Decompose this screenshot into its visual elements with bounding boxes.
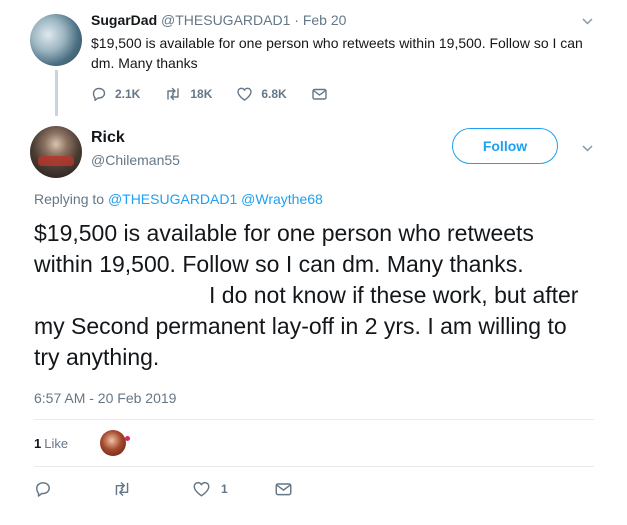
tweet-actions: 2.1K 18K 6.8K: [91, 84, 352, 104]
author-name[interactable]: SugarDad: [91, 12, 157, 28]
retweet-button[interactable]: 18K: [164, 86, 212, 102]
envelope-icon: [274, 480, 293, 498]
heart-icon: [192, 480, 211, 498]
reply-button[interactable]: [34, 480, 52, 498]
author-name[interactable]: Rick: [91, 129, 125, 147]
avatar[interactable]: [30, 14, 82, 66]
mention-link[interactable]: @Wraythe68: [241, 191, 323, 207]
dm-button[interactable]: [311, 86, 328, 102]
follow-button[interactable]: Follow: [452, 128, 558, 164]
likes-label: Like: [44, 435, 69, 451]
author-handle[interactable]: @Chileman55: [91, 152, 180, 168]
like-button[interactable]: 1: [192, 480, 228, 498]
replying-to-label: Replying to: [34, 191, 105, 207]
reply-icon: [91, 86, 107, 102]
chevron-down-icon[interactable]: [582, 143, 593, 154]
divider: [34, 419, 594, 420]
tweet-text: $19,500 is available for one person who …: [34, 218, 594, 373]
avatar[interactable]: [30, 126, 82, 178]
retweet-button[interactable]: [112, 480, 132, 498]
like-count: 6.8K: [261, 87, 287, 101]
heart-icon: [236, 86, 253, 102]
likes-count: 1: [34, 435, 42, 451]
dm-button[interactable]: [274, 480, 293, 498]
divider: [34, 466, 594, 467]
tweet-date[interactable]: Feb 20: [303, 12, 347, 28]
retweet-icon: [112, 480, 132, 498]
liker-avatar[interactable]: [100, 430, 131, 456]
tweet-text-part: I do not know if these work, but after m…: [34, 282, 579, 370]
retweet-count: 18K: [190, 87, 213, 101]
reply-count: 2.1K: [115, 87, 141, 101]
envelope-icon: [311, 86, 328, 102]
separator: ·: [294, 12, 299, 28]
reply-icon: [34, 480, 52, 498]
timestamp[interactable]: 6:57 AM - 20 Feb 2019: [34, 390, 176, 406]
chevron-down-icon[interactable]: [582, 16, 593, 27]
parent-tweet[interactable]: SugarDad @THESUGARDAD1 · Feb 20 $19,500 …: [0, 0, 627, 120]
parent-header: SugarDad @THESUGARDAD1 · Feb 20: [91, 12, 346, 28]
like-button[interactable]: 6.8K: [236, 86, 287, 102]
likes-row[interactable]: 1 Like: [34, 428, 131, 458]
replying-to: Replying to @THESUGARDAD1 @Wraythe68: [34, 191, 323, 207]
tweet-text-part: $19,500 is available for one person who …: [34, 220, 534, 277]
main-tweet: Rick @Chileman55 Follow Replying to @THE…: [0, 118, 627, 525]
tweet-text: $19,500 is available for one person who …: [91, 35, 583, 71]
thread-line: [55, 70, 58, 116]
like-count: 1: [221, 482, 228, 496]
mention-link[interactable]: @THESUGARDAD1: [108, 191, 237, 207]
author-handle[interactable]: @THESUGARDAD1: [161, 12, 290, 28]
retweet-icon: [164, 86, 182, 102]
reply-button[interactable]: 2.1K: [91, 86, 140, 102]
